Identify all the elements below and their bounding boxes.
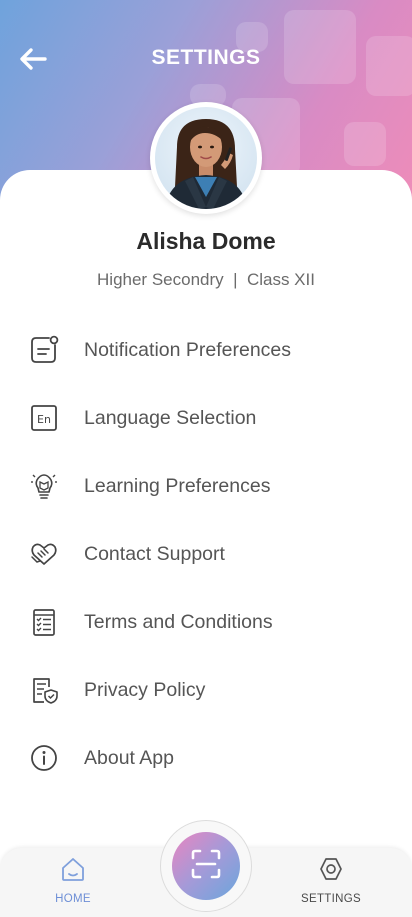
menu-item-terms-and-conditions[interactable]: Terms and Conditions	[0, 588, 412, 656]
menu-item-label: Contact Support	[84, 542, 225, 565]
menu-item-label: Learning Preferences	[84, 474, 271, 497]
nav-settings-label: SETTINGS	[301, 893, 361, 905]
avatar[interactable]	[150, 102, 262, 214]
notification-icon	[28, 334, 60, 366]
language-icon: En	[28, 402, 60, 434]
menu-item-notification-preferences[interactable]: Notification Preferences	[0, 316, 412, 384]
nav-home-label: HOME	[55, 893, 91, 905]
nav-home[interactable]: HOME	[28, 856, 118, 905]
settings-hexagon-icon	[317, 858, 345, 886]
scan-icon	[189, 847, 223, 886]
user-name: Alisha Dome	[136, 228, 276, 254]
menu-item-language-selection[interactable]: En Language Selection	[0, 384, 412, 452]
avatar-image	[155, 107, 257, 209]
page-title: SETTINGS	[151, 46, 261, 69]
info-icon	[28, 742, 60, 774]
menu-item-label: About App	[84, 746, 174, 769]
svg-text:En: En	[37, 413, 51, 426]
scan-button[interactable]	[172, 832, 240, 900]
menu-item-learning-preferences[interactable]: Learning Preferences	[0, 452, 412, 520]
menu-item-label: Privacy Policy	[84, 678, 206, 701]
menu-item-label: Terms and Conditions	[84, 610, 273, 633]
menu-item-about-app[interactable]: About App	[0, 724, 412, 792]
learning-icon	[28, 470, 60, 502]
menu-item-label: Language Selection	[84, 406, 257, 429]
decor-square	[344, 122, 386, 166]
settings-menu: Notification Preferences En Language Sel…	[0, 316, 412, 792]
menu-item-label: Notification Preferences	[84, 338, 292, 361]
handshake-icon	[28, 538, 60, 570]
menu-item-privacy-policy[interactable]: Privacy Policy	[0, 656, 412, 724]
document-list-icon	[28, 606, 60, 638]
home-icon	[59, 858, 87, 886]
nav-settings[interactable]: SETTINGS	[286, 856, 376, 905]
privacy-shield-icon	[28, 674, 60, 706]
scan-button-ring	[160, 820, 252, 912]
menu-item-contact-support[interactable]: Contact Support	[0, 520, 412, 588]
user-class-info: Higher Secondry | Class XII	[97, 270, 315, 289]
